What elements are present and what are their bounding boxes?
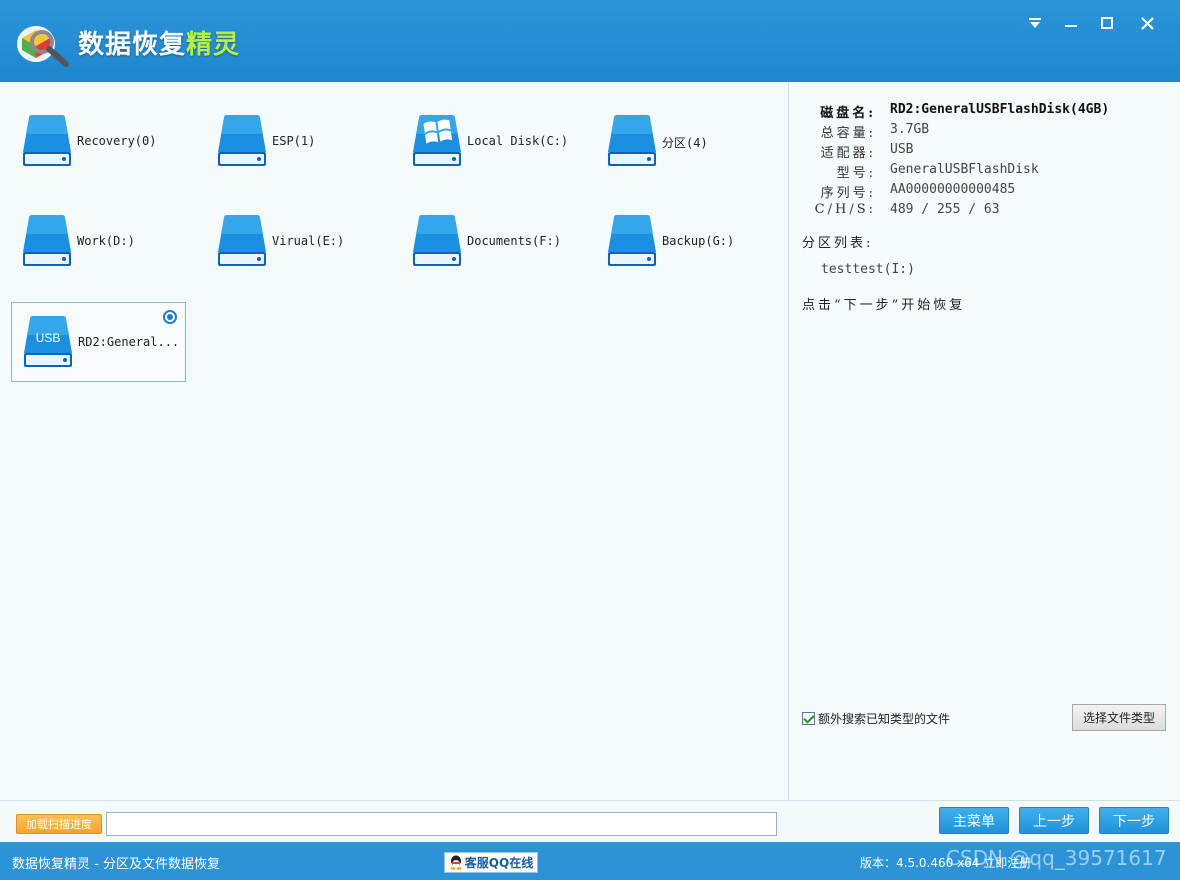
main-area: Recovery(0) ESP(1) Local Disk(C:) 分区(4) Work… bbox=[0, 82, 1180, 800]
extra-search-label: 额外搜索已知类型的文件 bbox=[818, 712, 951, 726]
info-value: GeneralUSBFlashDisk bbox=[890, 162, 1039, 177]
minimize-button[interactable] bbox=[1058, 10, 1084, 36]
scan-progress-bar bbox=[106, 812, 777, 836]
previous-step-button[interactable]: 上一步 bbox=[1019, 807, 1089, 834]
disk-info-pane: 磁盘名: RD2:GeneralUSBFlashDisk(4GB) 总容量: 3… bbox=[790, 82, 1180, 800]
drive-label: Documents(F:) bbox=[467, 234, 561, 248]
select-file-type-button[interactable]: 选择文件类型 bbox=[1072, 704, 1166, 731]
drive-label: Local Disk(C:) bbox=[467, 134, 569, 148]
hdd-icon bbox=[413, 215, 461, 266]
info-key: 总容量: bbox=[820, 126, 876, 141]
drive-label: Recovery(0) bbox=[77, 134, 157, 148]
usb-disk-icon: USB bbox=[24, 316, 72, 367]
info-key: C/H/S: bbox=[814, 202, 876, 217]
drive-tile[interactable]: Backup(G:) bbox=[596, 202, 771, 282]
info-key: 适配器: bbox=[820, 146, 876, 161]
drive-list-pane: Recovery(0) ESP(1) Local Disk(C:) 分区(4) Work… bbox=[0, 82, 789, 800]
drive-tile[interactable]: ESP(1) bbox=[206, 102, 381, 182]
drive-tile[interactable]: Local Disk(C:) bbox=[401, 102, 576, 182]
drive-tile[interactable]: Recovery(0) bbox=[11, 102, 186, 182]
info-value: 3.7GB bbox=[890, 122, 930, 137]
qq-support-button[interactable]: 客服QQ在线 bbox=[444, 852, 538, 873]
status-bar: 数据恢复精灵 - 分区及文件数据恢复 客服QQ在线 版本：4.5.0.460 x… bbox=[0, 842, 1180, 880]
drive-label: Virual(E:) bbox=[272, 234, 345, 248]
maximize-button[interactable] bbox=[1094, 10, 1120, 36]
selected-radio-icon[interactable] bbox=[163, 310, 177, 324]
drive-tile[interactable]: Virual(E:) bbox=[206, 202, 381, 282]
hdd-icon bbox=[608, 115, 656, 166]
qq-support-label: 客服QQ在线 bbox=[464, 856, 534, 870]
drive-tile[interactable]: Documents(F:) bbox=[401, 202, 576, 282]
drive-tile[interactable]: USB RD2:General... bbox=[11, 302, 186, 382]
load-scan-progress-button[interactable]: 加载扫描进度 bbox=[16, 814, 102, 834]
drive-tile[interactable]: 分区(4) bbox=[596, 102, 771, 182]
drive-label: Backup(G:) bbox=[662, 234, 735, 248]
hdd-icon bbox=[218, 115, 266, 166]
recovery-hint: 点击“下一步”开始恢复 bbox=[802, 298, 966, 313]
hdd-icon bbox=[218, 215, 266, 266]
app-logo-icon bbox=[17, 26, 69, 67]
usb-badge: USB bbox=[36, 331, 61, 345]
info-key: 序列号: bbox=[820, 186, 876, 201]
extra-search-checkbox[interactable] bbox=[802, 712, 815, 725]
hdd-icon bbox=[23, 115, 71, 166]
title-bar: 数据恢复精灵 bbox=[0, 0, 1180, 82]
partition-item[interactable]: testtest(I:) bbox=[821, 262, 915, 277]
drive-label: 分区(4) bbox=[662, 136, 708, 150]
info-value: USB bbox=[890, 142, 914, 157]
hdd-icon bbox=[608, 215, 656, 266]
app-title-main: 数据恢复 bbox=[78, 30, 187, 60]
info-value: RD2:GeneralUSBFlashDisk(4GB) bbox=[890, 102, 1110, 117]
partition-list-label: 分区列表: bbox=[802, 236, 874, 251]
info-key: 型号: bbox=[836, 166, 876, 181]
windows-disk-icon bbox=[413, 115, 461, 166]
qq-penguin-icon bbox=[450, 855, 462, 870]
status-text: 数据恢复精灵 - 分区及文件数据恢复 bbox=[12, 857, 220, 872]
watermark: CSDN @qq_39571617 bbox=[946, 846, 1167, 870]
next-step-button[interactable]: 下一步 bbox=[1099, 807, 1169, 834]
app-title-accent: 精灵 bbox=[186, 30, 241, 60]
minimize-icon bbox=[1065, 25, 1077, 27]
drive-tile[interactable]: Work(D:) bbox=[11, 202, 186, 282]
info-value: 489 / 255 / 63 bbox=[890, 202, 1000, 217]
hdd-icon bbox=[23, 215, 71, 266]
drive-label: Work(D:) bbox=[77, 234, 135, 248]
app-title: 数据恢复精灵 bbox=[78, 24, 240, 61]
drive-label: ESP(1) bbox=[272, 134, 316, 148]
info-value: AA00000000000485 bbox=[890, 182, 1016, 197]
dropdown-icon bbox=[1029, 18, 1041, 28]
close-icon bbox=[1140, 16, 1154, 30]
drive-label: RD2:General... bbox=[78, 335, 180, 349]
info-key: 磁盘名: bbox=[820, 106, 876, 121]
extra-search-option[interactable]: 额外搜索已知类型的文件 bbox=[802, 710, 950, 727]
close-button[interactable] bbox=[1134, 10, 1160, 36]
menu-dropdown-button[interactable] bbox=[1022, 10, 1048, 36]
main-menu-button[interactable]: 主菜单 bbox=[939, 807, 1009, 834]
maximize-icon bbox=[1101, 17, 1113, 29]
bottom-bar: 加载扫描进度 主菜单 上一步 下一步 bbox=[0, 800, 1180, 842]
